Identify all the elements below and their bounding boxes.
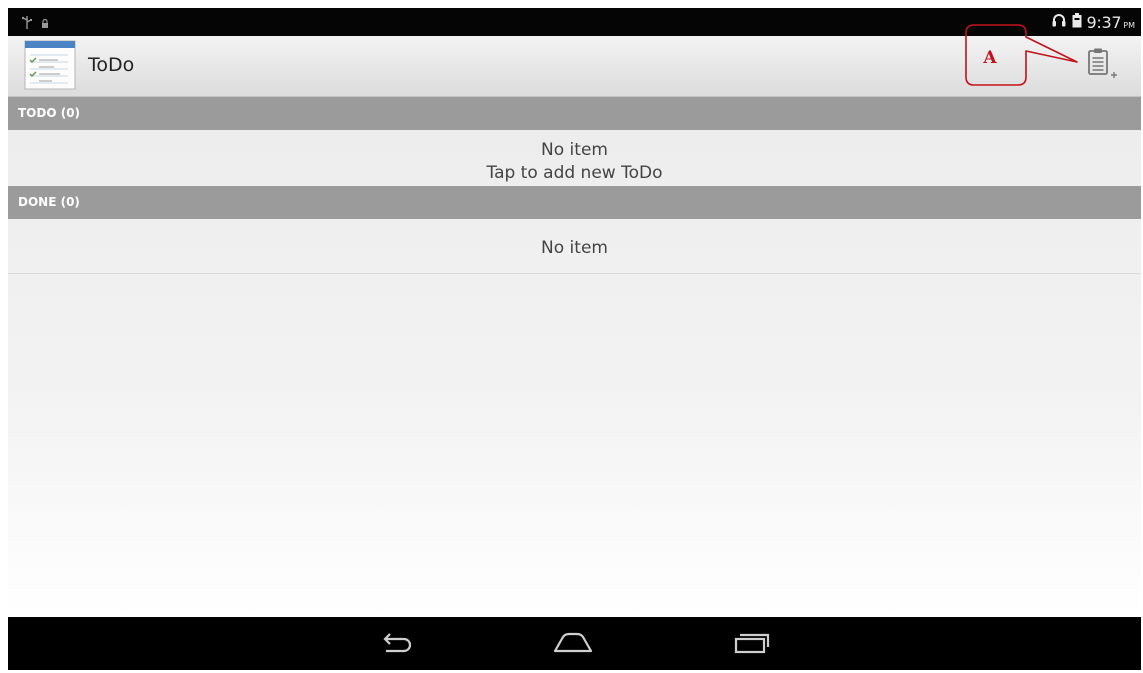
todo-app-icon[interactable] — [24, 40, 76, 94]
back-icon — [376, 629, 416, 659]
todo-list: TODO (0) No item Tap to add new ToDo DON… — [8, 97, 1141, 617]
todo-empty-title: No item — [541, 140, 608, 160]
divider — [8, 273, 1141, 274]
app-title: ToDo — [88, 54, 135, 76]
status-left — [21, 14, 49, 33]
recents-button[interactable] — [722, 627, 782, 661]
lock-icon — [41, 14, 49, 33]
home-button[interactable] — [543, 627, 603, 661]
done-empty-state: No item — [8, 237, 1141, 260]
done-empty-title: No item — [541, 238, 608, 258]
todo-section-header: TODO (0) — [8, 97, 1141, 130]
recents-icon — [732, 629, 772, 659]
annotation-label: A — [983, 48, 997, 68]
todo-empty-state[interactable]: No item Tap to add new ToDo — [8, 139, 1141, 185]
home-icon — [551, 629, 595, 659]
todo-empty-hint: Tap to add new ToDo — [486, 163, 663, 183]
usb-icon — [21, 14, 32, 33]
clock-ampm: PM — [1123, 20, 1135, 30]
tablet-screen: 9:37 PM ToDo A TODO (0) No item Tap to a… — [8, 8, 1141, 670]
navigation-bar — [8, 617, 1141, 670]
back-button[interactable] — [366, 627, 426, 661]
done-section-header: DONE (0) — [8, 186, 1141, 219]
